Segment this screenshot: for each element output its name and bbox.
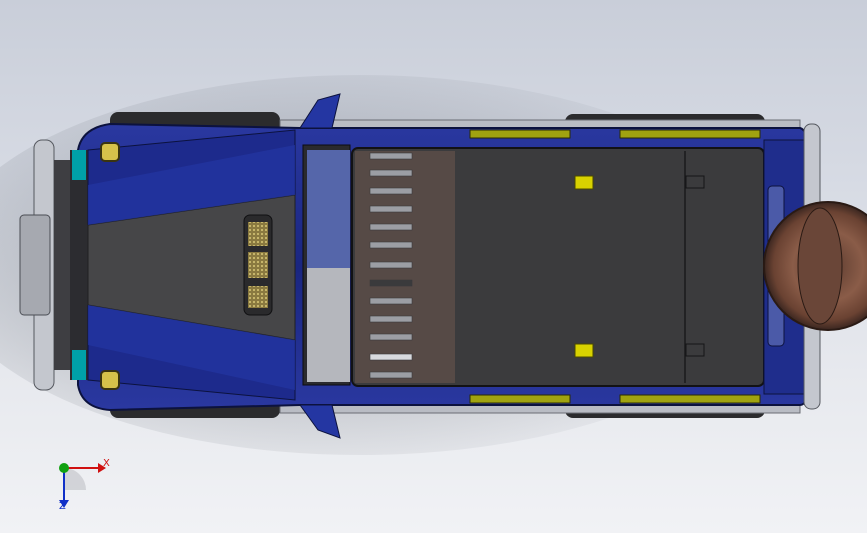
roof-bracket-top xyxy=(685,175,705,189)
vehicle-model-top-view[interactable] xyxy=(0,0,867,533)
roof-marker-top xyxy=(574,175,594,190)
headlight-left xyxy=(72,150,86,180)
right-step-bar xyxy=(469,394,571,404)
3d-viewport[interactable]: X Z xyxy=(0,0,867,533)
orientation-triad: X Z xyxy=(40,448,130,518)
right-step-bar-rear xyxy=(619,394,761,404)
bumper-plate xyxy=(54,160,72,370)
left-step-bar-rear xyxy=(619,129,761,139)
hood-vent-mesh-3 xyxy=(248,286,268,308)
triad-x-label: X xyxy=(103,458,110,469)
windshield-glass-grey xyxy=(307,268,350,382)
hood-vent-mesh-1 xyxy=(248,222,268,246)
spare-tire-hub xyxy=(797,207,843,325)
left-side-rail xyxy=(279,119,801,129)
hood-light-right xyxy=(100,370,120,390)
triad-y-origin xyxy=(59,463,69,473)
front-grille xyxy=(70,150,88,380)
winch xyxy=(19,214,51,316)
roof-marker-bottom xyxy=(574,343,594,358)
triad-axes xyxy=(59,463,106,508)
right-side-rail xyxy=(279,404,801,414)
left-step-bar xyxy=(469,129,571,139)
headlight-right xyxy=(72,350,86,380)
windshield-glass-blue xyxy=(307,150,350,268)
triad-z-label: Z xyxy=(59,501,66,512)
hood-vent-mesh-2 xyxy=(248,252,268,278)
roof-bracket-bottom xyxy=(685,343,705,357)
hood-light-left xyxy=(100,142,120,162)
